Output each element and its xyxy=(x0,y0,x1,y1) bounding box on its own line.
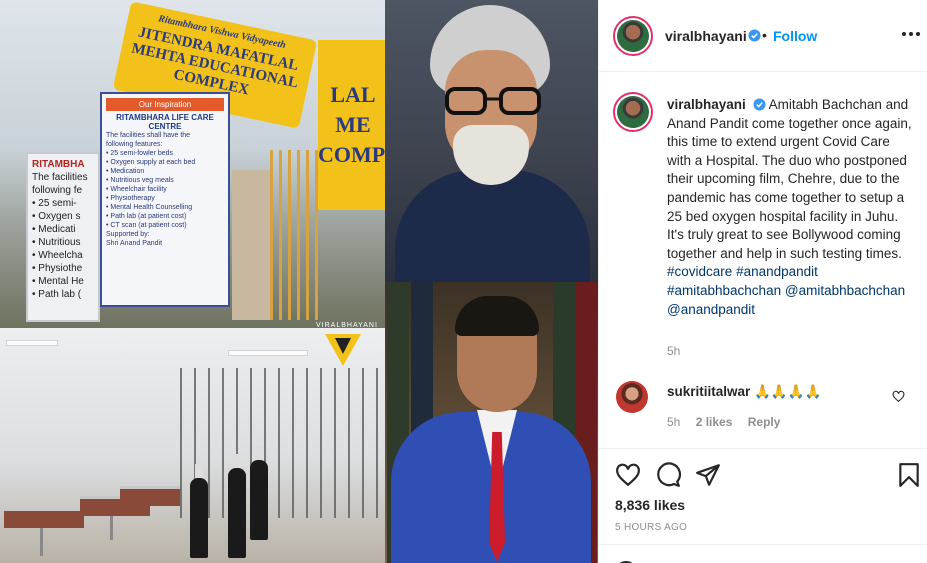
life-care-banner: Our Inspiration RITAMBHARA LIFE CARE CEN… xyxy=(100,92,230,307)
share-send-icon[interactable] xyxy=(695,462,721,488)
gate-grill xyxy=(270,150,318,320)
bed xyxy=(4,508,84,528)
add-comment-bar xyxy=(599,544,927,563)
commenter-avatar[interactable] xyxy=(616,381,648,413)
avatar-image xyxy=(617,96,649,128)
banner-line: • CT scan (at patient cost) xyxy=(106,222,187,229)
post-actions: 8,836 likes 5 HOURS AGO xyxy=(599,448,927,563)
post-header: viralbhayani • Follow xyxy=(599,0,927,72)
banner-line: • Medication xyxy=(106,168,145,175)
left-info-board-lines: The facilities following fe • 25 semi- • Ox… xyxy=(32,171,94,301)
post-timestamp[interactable]: 5 HOURS AGO xyxy=(615,522,687,533)
caption-section: viralbhayani Amitabh Bachchan and Anand … xyxy=(599,72,927,372)
amitabh-photo xyxy=(385,0,598,282)
caption-text: viralbhayani Amitabh Bachchan and Anand … xyxy=(667,96,915,319)
caption-avatar[interactable] xyxy=(613,92,653,132)
banner-line: • Physiotherapy xyxy=(106,195,155,202)
oxygen-cylinder xyxy=(190,478,208,558)
board-line: The facilities xyxy=(32,172,88,183)
like-heart-icon[interactable] xyxy=(615,462,641,488)
caption-timestamp[interactable]: 5h xyxy=(667,344,680,358)
bed-leg xyxy=(110,516,113,540)
bed-leg xyxy=(40,528,43,556)
board-line: • Path lab ( xyxy=(32,289,82,300)
comment-item: sukritiitalwar 🙏🙏🙏🙏 5h 2 likes Reply xyxy=(599,372,927,442)
cylinder-valve xyxy=(195,464,203,478)
watermark-text: VIRALBHAYANI xyxy=(316,322,378,329)
post-side-panel: viralbhayani • Follow viralbhayani Amita… xyxy=(598,0,927,563)
side-yellow-sign: LAL ME COMPLE xyxy=(318,40,385,210)
hair-shape xyxy=(455,296,539,336)
anand-photo xyxy=(385,282,598,563)
banner-line: • Oxygen supply at each bed xyxy=(106,159,196,166)
banner-line: Shri Anand Pandit xyxy=(106,240,163,247)
hashtag-covidcare[interactable]: #covidcare xyxy=(667,264,732,279)
viralbhayani-logo-icon xyxy=(325,334,361,366)
banner-line: following features: xyxy=(106,141,163,148)
banner-line: • Wheelchair facility xyxy=(106,186,167,193)
board-line: • Wheelcha xyxy=(32,250,83,261)
board-line: • Nutritious xyxy=(32,237,81,248)
board-line: • Medicati xyxy=(32,224,76,235)
comment-text: sukritiitalwar 🙏🙏🙏🙏 xyxy=(667,384,821,400)
mention-amitabhbachchan[interactable]: @amitabhbachchan xyxy=(785,283,905,298)
building-photo: LAL ME COMPLE Ritambhara Vishwa Vidyapee… xyxy=(0,0,385,328)
comment-meta: 5h 2 likes Reply xyxy=(667,415,792,429)
ceiling-light xyxy=(6,340,58,346)
cylinder-valve xyxy=(255,446,263,460)
banner-line: The facilities shall have the xyxy=(106,132,191,139)
save-bookmark-icon[interactable] xyxy=(896,462,922,488)
comment-like-heart-icon[interactable] xyxy=(892,390,905,403)
board-line: • Oxygen s xyxy=(32,211,81,222)
banner-line: • Path lab (at patient cost) xyxy=(106,213,187,220)
reply-button[interactable]: Reply xyxy=(748,415,781,429)
verified-badge-icon xyxy=(748,29,761,42)
avatar[interactable] xyxy=(613,16,653,56)
likes-count[interactable]: 8,836 likes xyxy=(615,497,685,513)
hashtag-anandpandit[interactable]: #anandpandit xyxy=(736,264,818,279)
caption-body: Amitabh Bachchan and Anand Pandit come t… xyxy=(667,97,912,261)
banner-line: • Mental Health Counselling xyxy=(106,204,193,211)
bed xyxy=(120,486,180,506)
comment-body: 🙏🙏🙏🙏 xyxy=(754,384,822,399)
banner-line: • 25 semi-fowler beds xyxy=(106,150,174,157)
oxygen-cylinder xyxy=(250,460,268,540)
glasses-shape xyxy=(445,87,541,115)
board-line: following fe xyxy=(32,185,83,196)
ceiling-light xyxy=(228,350,308,356)
avatar-image xyxy=(617,20,649,52)
more-horizontal-icon[interactable] xyxy=(901,24,921,44)
dot-separator: • xyxy=(762,27,767,43)
mention-anandpandit[interactable]: @anandpandit xyxy=(667,302,755,317)
window-grill xyxy=(180,368,385,518)
comment-timestamp[interactable]: 5h xyxy=(667,415,680,429)
banner-lines: The facilities shall have the following f… xyxy=(106,131,224,248)
header-username[interactable]: viralbhayani xyxy=(665,28,747,44)
board-line: • Mental He xyxy=(32,276,84,287)
comment-bubble-icon[interactable] xyxy=(655,462,681,488)
caption-username[interactable]: viralbhayani xyxy=(667,97,746,112)
follow-button[interactable]: Follow xyxy=(773,28,817,44)
comment-likes[interactable]: 2 likes xyxy=(696,415,733,429)
oxygen-cylinder xyxy=(228,468,246,558)
cylinder-valve xyxy=(233,454,241,468)
hashtag-amitabhbachchan[interactable]: #amitabhbachchan xyxy=(667,283,781,298)
verified-badge-icon xyxy=(753,98,766,111)
banner-line: Supported by: xyxy=(106,231,150,238)
coat-shape xyxy=(395,170,590,282)
banner-line: • Nutritious veg meals xyxy=(106,177,174,184)
comment-username[interactable]: sukritiitalwar xyxy=(667,384,750,399)
gate-pillar xyxy=(232,170,270,320)
board-line: • Physiothe xyxy=(32,263,83,274)
left-info-board: RITAMBHA The facilities following fe • 25 … xyxy=(26,152,100,322)
board-line: • 25 semi- xyxy=(32,198,77,209)
post-image-collage[interactable]: LAL ME COMPLE Ritambhara Vishwa Vidyapee… xyxy=(0,0,598,563)
